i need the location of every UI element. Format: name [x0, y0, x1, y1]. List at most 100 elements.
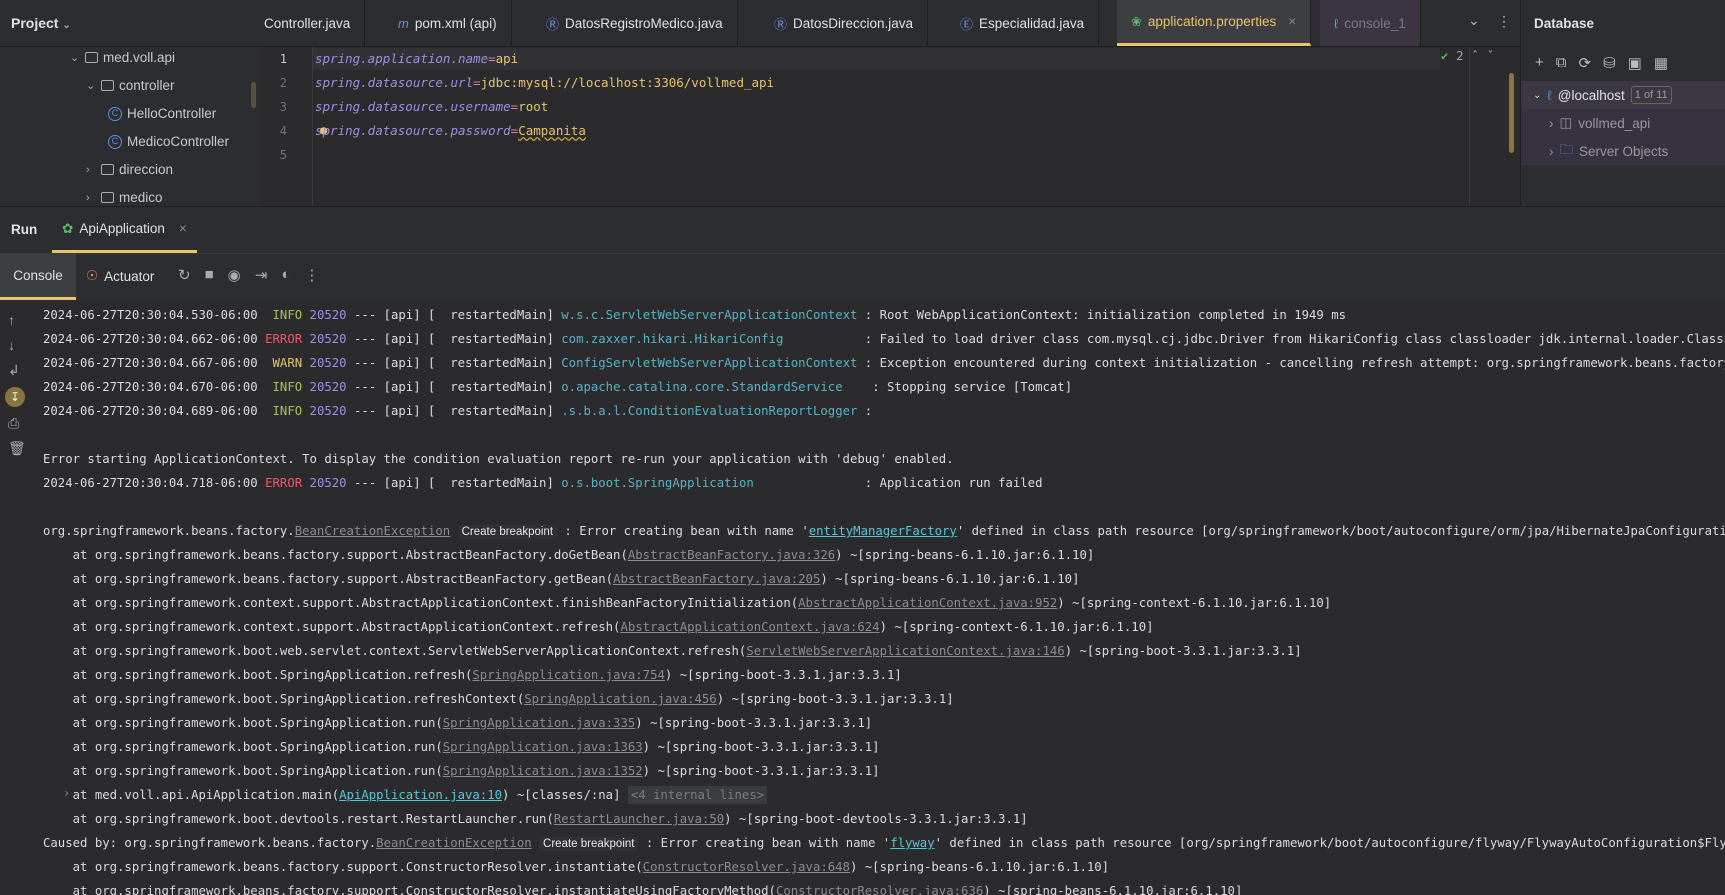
refresh-icon[interactable]: ⟳ — [1578, 54, 1591, 72]
db-schema-row[interactable]: › ◫ vollmed_api — [1521, 109, 1725, 137]
source-link[interactable]: AbstractApplicationContext.java:624 — [620, 620, 879, 634]
dashboard-icon[interactable]: ◐ — [281, 266, 290, 284]
console-line: 2024-06-27T20:30:04.667-06:00 WARN 20520… — [43, 352, 1725, 374]
arrow-up-icon[interactable]: ↑ — [8, 312, 15, 328]
source-link[interactable]: ConstructorResolver.java:636 — [776, 884, 983, 895]
console-text: ) ~[spring-beans-6.1.10.jar:6.1.10] — [983, 884, 1243, 895]
tab-pom-xml-api-[interactable]: m pom.xml (api) — [384, 0, 512, 46]
class-icon: C — [108, 106, 122, 121]
project-scrollbar[interactable] — [251, 82, 256, 108]
chevron-up-icon[interactable]: ˆ — [1471, 49, 1478, 63]
db-host-row[interactable]: ⌄ ℓ @localhost 1 of 11 — [1521, 81, 1725, 109]
tab-application-properties[interactable]: ❀ application.properties × — [1117, 0, 1312, 46]
create-breakpoint-button[interactable]: Create breakpoint — [539, 837, 639, 851]
tree-item[interactable]: C HelloController — [108, 106, 216, 121]
console-text: INFO — [272, 404, 303, 418]
expand-fold-icon[interactable]: › — [63, 786, 70, 800]
source-link[interactable]: flyway — [890, 836, 934, 850]
tab-console-1[interactable]: ℓ console_1 — [1320, 0, 1421, 46]
scroll-to-end-icon[interactable]: ↧ — [5, 387, 25, 407]
source-link[interactable]: AbstractBeanFactory.java:205 — [613, 572, 820, 586]
create-breakpoint-button[interactable]: Create breakpoint — [457, 525, 558, 539]
rerun-icon[interactable]: ↻ — [178, 266, 191, 284]
project-dropdown[interactable]: Project ⌄ — [11, 15, 71, 31]
tree-item[interactable]: C MedicoController — [108, 134, 229, 149]
more-options-icon[interactable]: ⋮ — [1497, 13, 1511, 30]
m-file-icon: m — [398, 15, 409, 31]
add-icon[interactable]: + — [1535, 54, 1544, 72]
tab-controller-java[interactable]: Controller.java — [250, 0, 366, 46]
console-line: at org.springframework.beans.factory.sup… — [43, 544, 1095, 566]
table-icon[interactable]: ▦ — [1654, 54, 1668, 72]
close-icon[interactable]: × — [179, 221, 187, 236]
tab-especialidad-java[interactable]: Ⓔ Especialidad.java — [946, 0, 1100, 46]
source-link[interactable]: SpringApplication.java:1352 — [443, 764, 643, 778]
source-link[interactable]: AbstractApplicationContext.java:952 — [798, 596, 1057, 610]
property-key: spring.datasource.username — [315, 99, 511, 114]
console-text: ) ~[spring-boot-3.3.1.jar:3.3.1] — [635, 716, 873, 730]
source-link[interactable]: ServletWebServerApplicationContext.java:… — [746, 644, 1064, 658]
source-link[interactable]: SpringApplication.java:335 — [443, 716, 636, 730]
close-icon[interactable]: × — [1288, 14, 1296, 29]
code-editor[interactable]: ✔ 2 ˆ ˇ ● spring.application.name=api spring… — [313, 47, 1520, 206]
stop-icon[interactable]: ■ — [205, 266, 214, 284]
more-options-icon[interactable]: ⋮ — [304, 266, 319, 284]
tree-item[interactable]: › direccion — [86, 162, 173, 177]
console-output[interactable]: 2024-06-27T20:30:04.530-06:00 INFO 20520… — [30, 300, 1725, 895]
tab-datosdireccion-java[interactable]: Ⓡ DatosDireccion.java — [760, 0, 929, 46]
tab-datosregistromedico-java[interactable]: Ⓡ DatosRegistroMedico.java — [532, 0, 738, 46]
inspections-widget[interactable]: ✔ 2 ˆ ˇ — [1441, 49, 1494, 63]
run-tab-apiapplication[interactable]: ✿ ApiApplication × — [52, 207, 197, 253]
console-text: at org.springframework.boot.SpringApplic… — [43, 692, 525, 706]
source-link[interactable]: SpringApplication.java:1363 — [443, 740, 643, 754]
source-link[interactable]: SpringApplication.java:754 — [472, 668, 665, 682]
tree-item[interactable]: ⌄ controller — [86, 78, 175, 93]
soft-wrap-icon[interactable]: ↲ — [8, 362, 20, 379]
tab-label: DatosDireccion.java — [793, 15, 914, 31]
property-value: Campanita — [518, 123, 586, 138]
console-text: ' defined in class path resource [org/sp… — [934, 836, 1725, 850]
tab-console[interactable]: Console — [0, 254, 76, 300]
source-link[interactable]: RestartLauncher.java:50 — [554, 812, 724, 826]
screenshot-icon[interactable]: ◉ — [228, 266, 241, 284]
database-properties-icon[interactable]: ⛁ — [1603, 54, 1616, 72]
trash-icon[interactable]: 🗑 — [8, 440, 26, 457]
source-link[interactable]: BeanCreationException — [295, 524, 450, 538]
chevron-down-icon[interactable]: ⌄ — [70, 51, 80, 64]
query-console-icon[interactable]: ▣ — [1628, 54, 1642, 72]
console-line: 2024-06-27T20:30:04.530-06:00 INFO 20520… — [43, 304, 1346, 326]
chevron-right-icon[interactable]: › — [86, 192, 96, 204]
chevron-down-icon[interactable]: ˇ — [1487, 49, 1494, 63]
source-link[interactable]: SpringApplication.java:456 — [524, 692, 717, 706]
code-line: spring.datasource.url=jdbc:mysql://local… — [315, 75, 774, 90]
tabs-overflow-chevron-icon[interactable]: ⌄ — [1468, 12, 1480, 29]
chevron-down-icon[interactable]: ⌄ — [86, 79, 96, 92]
equals-sign: = — [473, 75, 481, 90]
console-text: INFO — [272, 380, 303, 394]
print-icon[interactable]: ⎙ — [8, 415, 19, 432]
editor-scrollbar[interactable] — [1509, 73, 1514, 153]
restore-layout-icon[interactable]: ⇥ — [255, 266, 268, 284]
source-link[interactable]: AbstractBeanFactory.java:326 — [628, 548, 835, 562]
source-link[interactable]: BeanCreationException — [376, 836, 531, 850]
tree-item-label: MedicoController — [127, 134, 230, 149]
chevron-right-icon[interactable]: › — [86, 164, 96, 176]
tab-actuator[interactable]: ☉ Actuator — [86, 268, 154, 284]
source-link[interactable]: ConstructorResolver.java:648 — [643, 860, 850, 874]
console-text: ) ~[spring-boot-3.3.1.jar:3.3.1] — [664, 668, 902, 682]
chevron-right-icon: › — [1549, 115, 1554, 131]
copy-icon[interactable]: ⧉ — [1556, 54, 1567, 72]
tree-item[interactable]: › medico — [86, 190, 163, 205]
tree-item[interactable]: ⌄ med.voll.api — [70, 50, 175, 65]
console-text: at org.springframework.boot.web.servlet.… — [43, 644, 747, 658]
source-link[interactable]: entityManagerFactory — [809, 524, 957, 538]
console-side-toolbar: ↑ ↓ ↲ ↧ ⎙ 🗑 — [0, 300, 30, 895]
db-server-objects-row[interactable]: › 🗀 Server Objects — [1521, 137, 1725, 165]
arrow-down-icon[interactable]: ↓ — [8, 337, 15, 353]
console-text: Caused by: org.springframework.beans.fac… — [43, 836, 377, 850]
console-text[interactable]: <4 internal lines> — [627, 786, 768, 804]
console-text: ) ~[spring-boot-3.3.1.jar:3.3.1] — [642, 740, 880, 754]
source-link[interactable]: ApiApplication.java:10 — [339, 788, 502, 802]
chevron-down-icon: ⌄ — [1533, 89, 1542, 101]
database-panel: Database + ⧉ ⟳ ⛁ ▣ ▦ ⌄ ℓ @localhost 1 of 11 ›… — [1520, 0, 1725, 206]
